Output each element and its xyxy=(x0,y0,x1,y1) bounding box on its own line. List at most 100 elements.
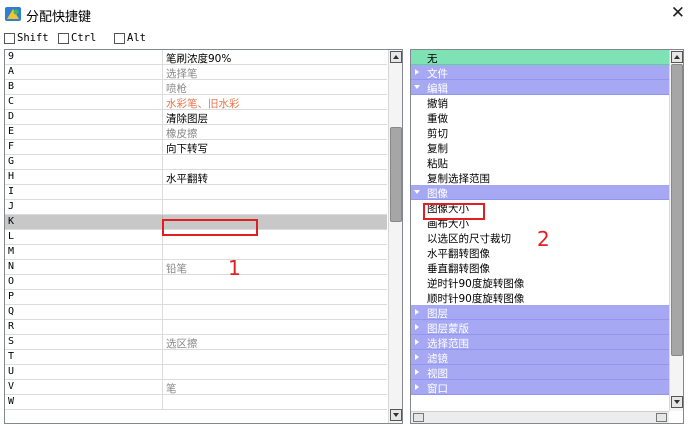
scroll-thumb[interactable] xyxy=(390,127,402,222)
expand-right-icon[interactable] xyxy=(415,354,419,360)
category-row[interactable]: 选择范围 xyxy=(411,335,669,350)
expand-down-icon[interactable] xyxy=(414,85,420,89)
key-row[interactable]: U xyxy=(5,365,387,380)
expand-right-icon[interactable] xyxy=(415,369,419,375)
command-item[interactable]: 撤销 xyxy=(411,95,669,110)
scroll-right-button[interactable] xyxy=(656,413,667,422)
assigned-action[interactable]: 笔刷浓度90% xyxy=(166,51,231,66)
close-icon[interactable]: ✕ xyxy=(671,3,685,23)
category-row[interactable]: 图层蒙版 xyxy=(411,320,669,335)
key-label: W xyxy=(8,396,15,407)
command-item[interactable]: 复制 xyxy=(411,140,669,155)
none-option-row[interactable]: 无 xyxy=(411,50,669,65)
assigned-action[interactable]: 喷枪 xyxy=(166,81,187,96)
expand-right-icon[interactable] xyxy=(415,384,419,390)
key-row[interactable]: E 橡皮擦 xyxy=(5,125,387,140)
assigned-action[interactable]: 铅笔 xyxy=(166,261,187,276)
right-vertical-scrollbar[interactable] xyxy=(669,50,683,411)
assigned-action[interactable]: 选择笔 xyxy=(166,66,198,81)
assigned-action[interactable]: 笔 xyxy=(166,381,177,396)
column-divider xyxy=(162,140,163,155)
assigned-action[interactable]: 水平翻转 xyxy=(166,171,208,186)
key-row[interactable]: C 水彩笔、旧水彩 xyxy=(5,95,387,110)
expand-right-icon[interactable] xyxy=(415,339,419,345)
row-label: 滤镜 xyxy=(427,353,448,365)
column-divider xyxy=(162,350,163,365)
checkbox-box[interactable] xyxy=(4,32,15,44)
row-label: 剪切 xyxy=(427,128,448,140)
command-item[interactable]: 重做 xyxy=(411,110,669,125)
assigned-action[interactable]: 水彩笔、旧水彩 xyxy=(166,96,240,111)
ctrl-checkbox[interactable]: Ctrl xyxy=(58,31,96,45)
key-row[interactable]: O xyxy=(5,275,387,290)
key-assignment-list[interactable]: 9 笔刷浓度90% A 选择笔 B 喷枪 C 水彩笔、旧水彩 D 清除图层 E 橡皮擦 F 向下转写 G H 水… xyxy=(4,49,403,424)
category-row[interactable]: 视图 xyxy=(411,365,669,380)
scroll-up-button[interactable] xyxy=(390,51,402,63)
category-row[interactable]: 图层 xyxy=(411,305,669,320)
assigned-action[interactable]: 橡皮擦 xyxy=(166,126,198,141)
key-label: L xyxy=(8,231,15,242)
command-item[interactable]: 剪切 xyxy=(411,125,669,140)
checkbox-box[interactable] xyxy=(58,32,69,44)
row-label: 垂直翻转图像 xyxy=(427,263,490,275)
category-row[interactable]: 文件 xyxy=(411,65,669,80)
key-row[interactable]: R xyxy=(5,320,387,335)
scroll-down-button[interactable] xyxy=(390,409,402,421)
horizontal-scrollbar[interactable] xyxy=(411,411,669,423)
alt-checkbox[interactable]: Alt xyxy=(114,31,146,45)
key-row[interactable]: T xyxy=(5,350,387,365)
row-label: 编辑 xyxy=(427,83,448,95)
row-label: 视图 xyxy=(427,368,448,380)
left-vertical-scrollbar[interactable] xyxy=(388,50,402,423)
column-divider xyxy=(162,395,163,410)
command-item[interactable]: 粘贴 xyxy=(411,155,669,170)
key-row[interactable]: D 清除图层 xyxy=(5,110,387,125)
command-item[interactable]: 垂直翻转图像 xyxy=(411,260,669,275)
scroll-left-button[interactable] xyxy=(413,413,424,422)
key-row[interactable]: Q xyxy=(5,305,387,320)
column-divider xyxy=(162,260,163,275)
key-label: H xyxy=(8,171,15,182)
assigned-action[interactable]: 选区擦 xyxy=(166,336,198,351)
key-label: G xyxy=(8,156,15,167)
assigned-action[interactable]: 向下转写 xyxy=(166,141,208,156)
key-row[interactable]: H 水平翻转 xyxy=(5,170,387,185)
key-label: T xyxy=(8,351,15,362)
key-row[interactable]: V笔 xyxy=(5,380,387,395)
key-row[interactable]: F 向下转写 xyxy=(5,140,387,155)
scroll-thumb[interactable] xyxy=(671,64,683,356)
key-row[interactable]: B 喷枪 xyxy=(5,80,387,95)
category-row[interactable]: 滤镜 xyxy=(411,350,669,365)
expand-down-icon[interactable] xyxy=(414,190,420,194)
row-label: 以选区的尺寸裁切 xyxy=(427,233,511,245)
key-row[interactable]: A 选择笔 xyxy=(5,65,387,80)
checkbox-box[interactable] xyxy=(114,32,125,44)
key-row[interactable]: S 选区擦 xyxy=(5,335,387,350)
scroll-up-button[interactable] xyxy=(671,51,683,63)
command-item[interactable]: 复制选择范围 xyxy=(411,170,669,185)
row-label: 粘贴 xyxy=(427,158,448,170)
shift-checkbox[interactable]: Shift xyxy=(4,31,49,45)
expand-right-icon[interactable] xyxy=(415,69,419,75)
category-row[interactable]: 窗口 xyxy=(411,380,669,395)
column-divider xyxy=(162,155,163,170)
expand-right-icon[interactable] xyxy=(415,309,419,315)
key-row[interactable]: J xyxy=(5,200,387,215)
key-row[interactable]: N 铅笔 xyxy=(5,260,387,275)
key-row[interactable]: M xyxy=(5,245,387,260)
key-row[interactable]: W xyxy=(5,395,387,410)
key-row[interactable]: 9 笔刷浓度90% xyxy=(5,50,387,65)
scroll-down-button[interactable] xyxy=(671,396,683,408)
category-row[interactable]: 编辑 xyxy=(411,80,669,95)
key-label: B xyxy=(8,81,15,92)
expand-right-icon[interactable] xyxy=(415,324,419,330)
assigned-action[interactable]: 清除图层 xyxy=(166,111,208,126)
column-divider xyxy=(162,275,163,290)
key-row[interactable]: I xyxy=(5,185,387,200)
category-row[interactable]: 图像 xyxy=(411,185,669,200)
key-label: C xyxy=(8,96,15,107)
key-row[interactable]: G xyxy=(5,155,387,170)
key-row[interactable]: P xyxy=(5,290,387,305)
command-item[interactable]: 顺时针90度旋转图像 xyxy=(411,290,669,305)
command-item[interactable]: 逆时针90度旋转图像 xyxy=(411,275,669,290)
